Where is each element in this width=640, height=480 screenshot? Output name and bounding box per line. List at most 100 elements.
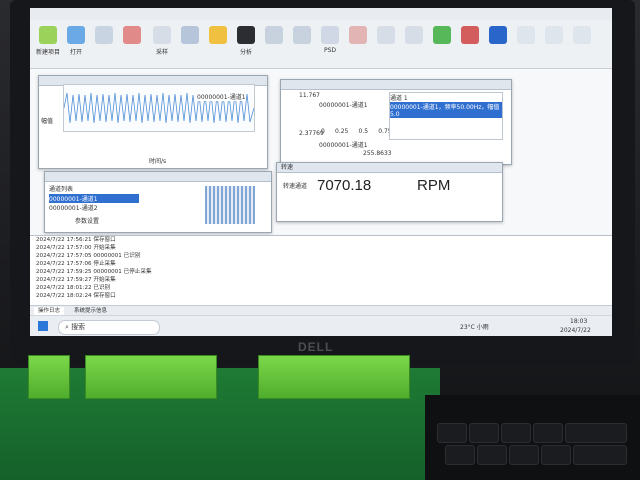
rpm-unit: RPM	[417, 177, 451, 194]
rpm-value: 7070.18	[317, 177, 372, 194]
terminal-connector	[28, 355, 70, 399]
analysis-button[interactable]: 分析	[234, 24, 258, 64]
rpm-panel-title: 转速	[277, 163, 502, 173]
spectrum-xtick: 0	[321, 128, 325, 135]
dell-logo: DELL	[298, 340, 334, 354]
new-project-button[interactable]: 新建项目	[36, 24, 60, 64]
weather-text: 23°C 小雨	[460, 324, 489, 331]
waveform-icon	[265, 26, 283, 44]
settings-button[interactable]: 参数设置	[75, 216, 99, 225]
psd-icon	[321, 26, 339, 44]
sample-icon	[153, 26, 171, 44]
spectrum-panel-title	[281, 80, 511, 90]
exit-icon	[573, 26, 591, 44]
backspace-key	[565, 423, 627, 443]
taskbar-search[interactable]: ⌕ 搜索	[58, 320, 160, 335]
log-line: 2024/7/22 17:56:21 保存窗口	[36, 237, 116, 243]
channels-panel: 通道列表 00000001-通道1 00000001-通道2 参数设置	[44, 171, 272, 233]
legend-title: 通道 1	[390, 95, 408, 102]
curve-icon	[293, 26, 311, 44]
tool-button-16[interactable]	[458, 24, 482, 64]
rpm-panel: 转速 转速通道 7070.18 RPM	[276, 162, 503, 222]
new-project-icon	[39, 26, 57, 44]
spectrogram	[205, 186, 255, 224]
keyboard-key	[469, 423, 499, 443]
window-icon	[517, 26, 535, 44]
spectrum-icon	[349, 26, 367, 44]
channels-list-title: 通道列表	[49, 186, 74, 193]
log-line: 2024/7/22 17:57:05 00000001 已识别	[36, 253, 141, 259]
waveform-ylabel: 幅值	[41, 118, 54, 125]
tool-button-20[interactable]	[570, 24, 594, 64]
waveform-panel: 00000001-通道1 时间/s 幅值	[38, 75, 268, 169]
rpm-label: 转速通道	[283, 183, 308, 190]
settings-icon	[95, 26, 113, 44]
workspace: 00000001-通道1 时间/s 幅值 11.767 00000001-通道1…	[30, 69, 612, 234]
spectrum-panel: 11.767 00000001-通道1 2.37769 0 0.25 0.5 0…	[280, 79, 512, 165]
main-toolbar: 新建项目 打开 采样 分析 PSD	[30, 20, 612, 69]
legend-item[interactable]: 00000001-通道1，频率50.00Hz，幅值5.0	[390, 102, 502, 118]
log-line: 2024/7/22 18:02:24 保存窗口	[36, 293, 116, 299]
trend-icon	[461, 26, 479, 44]
keyboard	[425, 395, 640, 480]
tool-button-15[interactable]	[430, 24, 454, 64]
log-panel: 2024/7/22 17:56:21 保存窗口 2024/7/22 17:57:…	[30, 235, 612, 306]
filter-icon	[377, 26, 395, 44]
keyboard-key	[477, 445, 507, 465]
spectrum-xtick: 0.5	[358, 128, 369, 135]
layout-icon	[545, 26, 563, 44]
channels-panel-title	[45, 172, 271, 182]
clock-date: 2024/7/22	[560, 327, 591, 334]
open-button[interactable]: 打开	[64, 24, 88, 64]
tool-button-9[interactable]	[262, 24, 286, 64]
open-folder-icon	[67, 26, 85, 44]
search-icon: ⌕	[65, 323, 69, 331]
tool-button-19[interactable]	[542, 24, 566, 64]
log-line: 2024/7/22 18:01:22 已识别	[36, 285, 111, 291]
keyboard-key	[541, 445, 571, 465]
network-icon	[489, 26, 507, 44]
gauge-icon	[433, 26, 451, 44]
sample-button[interactable]: 采样	[150, 24, 174, 64]
close-icon	[123, 26, 141, 44]
psd-button[interactable]: PSD	[318, 24, 342, 64]
tool-button-10[interactable]	[290, 24, 314, 64]
keyboard-key	[509, 445, 539, 465]
laptop-screen: 新建项目 打开 采样 分析 PSD 00000001-通道1 时间/s 幅值 1…	[30, 8, 612, 336]
log-line: 2024/7/22 17:57:00 开始采集	[36, 245, 116, 251]
spectrum-footer-value: 255.8633	[363, 150, 392, 157]
channel-item[interactable]: 00000001-通道1	[49, 194, 139, 203]
keyboard-key	[533, 423, 563, 443]
log-line: 2024/7/22 17:57:06 停止采集	[36, 261, 116, 267]
tool-button-18[interactable]	[514, 24, 538, 64]
app-titlebar	[30, 8, 612, 20]
tool-button-7[interactable]	[206, 24, 230, 64]
clock-time: 18:03	[570, 318, 588, 325]
spectrum-footer-channel: 00000001-通道1	[319, 142, 368, 149]
pie-icon	[209, 26, 227, 44]
tool-button-17[interactable]	[486, 24, 510, 64]
windows-start-icon[interactable]	[38, 321, 48, 331]
keyboard-key	[573, 445, 627, 465]
order-icon	[405, 26, 423, 44]
keyboard-key	[501, 423, 531, 443]
tool-button-3[interactable]	[92, 24, 116, 64]
chart-icon	[181, 26, 199, 44]
keyboard-key	[445, 445, 475, 465]
tool-button-12[interactable]	[346, 24, 370, 64]
spectrum-ytop: 11.767	[299, 92, 320, 99]
waveform-channel-label: 00000001-通道1	[197, 92, 246, 101]
spectrum-xtick: 0.25	[335, 128, 349, 135]
tool-button-13[interactable]	[374, 24, 398, 64]
tab-system-messages[interactable]: 系统提示信息	[70, 307, 111, 315]
terminal-connector	[85, 355, 217, 399]
tool-button-4[interactable]	[120, 24, 144, 64]
taskbar: ⌕ 搜索 23°C 小雨 18:03 2024/7/22	[30, 315, 612, 336]
channel-item[interactable]: 00000001-通道2	[49, 203, 139, 212]
waveform-xlabel: 时间/s	[149, 158, 167, 165]
tool-button-14[interactable]	[402, 24, 426, 64]
tool-button-6[interactable]	[178, 24, 202, 64]
spectrum-channel: 00000001-通道1	[319, 102, 368, 109]
legend-box: 通道 1 00000001-通道1，频率50.00Hz，幅值5.0	[389, 92, 503, 140]
tab-operation-log[interactable]: 操作日志	[34, 307, 65, 315]
